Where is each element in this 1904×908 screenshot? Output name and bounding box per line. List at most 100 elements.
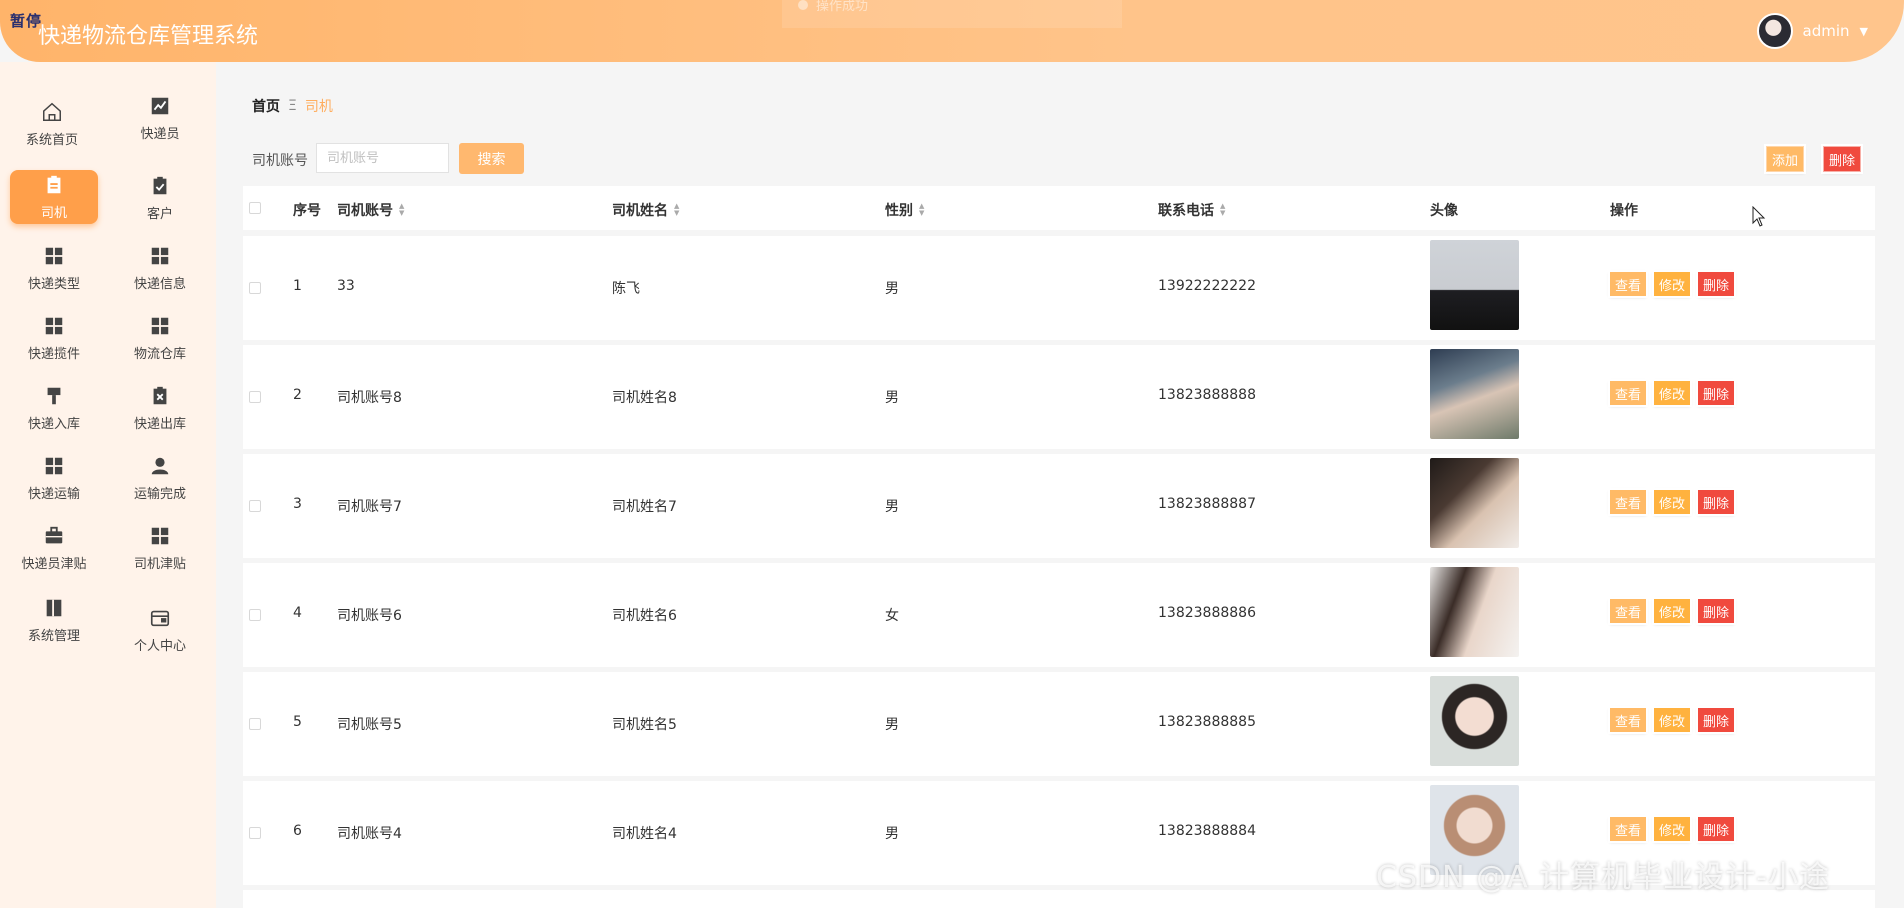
chart-icon — [151, 97, 169, 114]
sidebar-item-express-type[interactable]: 快递类型 — [10, 240, 98, 296]
view-button[interactable]: 查看 — [1610, 272, 1647, 296]
sidebar-item-label: 快递运输 — [27, 486, 80, 502]
checkbox-box[interactable] — [249, 500, 261, 512]
edit-button[interactable]: 修改 — [1654, 599, 1691, 623]
avatar[interactable] — [1756, 13, 1793, 49]
row-actions: 查看 修改 删除 — [1610, 599, 1735, 623]
sidebar-item-courier-allowance[interactable]: 快递员津贴 — [10, 520, 98, 576]
edit-button[interactable]: 修改 — [1654, 272, 1691, 296]
cell-phone: 13823888884 — [1158, 823, 1256, 839]
cell-gender: 男 — [885, 826, 899, 842]
checkbox-box[interactable] — [249, 391, 261, 403]
header-gender[interactable]: 性别 ▲ ▼ — [885, 200, 924, 220]
view-button[interactable]: 查看 — [1610, 490, 1647, 514]
row-checkbox[interactable] — [249, 391, 261, 403]
row-checkbox[interactable] — [249, 500, 261, 512]
select-all-checkbox[interactable] — [249, 202, 261, 214]
driver-avatar[interactable] — [1430, 240, 1519, 330]
grid-icon — [45, 317, 63, 334]
toast-dot-icon — [798, 0, 808, 10]
sidebar-item-label: 司机 — [40, 205, 67, 221]
sidebar-item-home[interactable]: 系统首页 — [8, 96, 96, 152]
row-checkbox[interactable] — [249, 827, 261, 839]
row-actions: 查看 修改 删除 — [1610, 381, 1735, 405]
header-label: 操作 — [1610, 203, 1638, 219]
cell-gender: 男 — [885, 717, 899, 733]
sort-icon[interactable]: ▲ ▼ — [399, 203, 404, 217]
sidebar-item-driver-allowance[interactable]: 司机津贴 — [116, 520, 204, 576]
checkbox-box[interactable] — [249, 718, 261, 730]
delete-button[interactable]: 删除 — [1698, 599, 1735, 623]
header-avatar: 头像 — [1430, 200, 1458, 220]
sidebar-item-outbound[interactable]: 快递出库 — [116, 380, 204, 436]
chevron-down-icon[interactable]: ▼ — [1860, 25, 1868, 38]
breadcrumb-home[interactable]: 首页 — [252, 96, 280, 116]
sidebar-item-inbound[interactable]: 快递入库 — [10, 380, 98, 436]
cell-account: 司机账号6 — [337, 608, 402, 624]
header-phone[interactable]: 联系电话 ▲ ▼ — [1158, 200, 1225, 220]
sidebar-item-pickup[interactable]: 快递揽件 — [10, 310, 98, 366]
table-row: 1 33 陈飞 男 13922222222 查看 修改 删除 — [243, 236, 1875, 340]
search-button[interactable]: 搜索 — [459, 143, 524, 174]
checkbox-box[interactable] — [249, 827, 261, 839]
batch-delete-button[interactable]: 删除 — [1823, 146, 1861, 172]
sidebar-item-courier[interactable]: 快递员 — [116, 90, 204, 146]
sidebar-item-system[interactable]: 系统管理 — [10, 592, 98, 648]
briefcase-icon — [45, 526, 63, 543]
checkbox-box[interactable] — [249, 609, 261, 621]
cell-phone: 13823888887 — [1158, 496, 1256, 512]
driver-avatar[interactable] — [1430, 349, 1519, 439]
cell-index: 2 — [293, 387, 302, 403]
row-checkbox[interactable] — [249, 609, 261, 621]
username[interactable]: admin — [1803, 22, 1850, 40]
driver-avatar[interactable] — [1430, 458, 1519, 548]
delete-button[interactable]: 删除 — [1698, 272, 1735, 296]
sidebar-item-profile[interactable]: 个人中心 — [116, 602, 204, 658]
cell-account: 司机账号5 — [337, 717, 402, 733]
view-button[interactable]: 查看 — [1610, 599, 1647, 623]
checkbox-box[interactable] — [249, 282, 261, 294]
header-account[interactable]: 司机账号 ▲ ▼ — [337, 200, 404, 220]
breadcrumb-current: 司机 — [304, 99, 333, 115]
row-checkbox[interactable] — [249, 718, 261, 730]
driver-avatar[interactable] — [1430, 676, 1519, 766]
sort-icon[interactable]: ▲ ▼ — [674, 203, 679, 217]
header-name[interactable]: 司机姓名 ▲ ▼ — [612, 200, 679, 220]
driver-avatar[interactable] — [1430, 567, 1519, 657]
sidebar-item-label: 司机津贴 — [133, 556, 186, 572]
header-label: 司机账号 — [337, 203, 393, 219]
sidebar-item-customer[interactable]: 客户 — [116, 170, 204, 226]
header-label: 头像 — [1430, 203, 1458, 219]
delete-button[interactable]: 删除 — [1698, 381, 1735, 405]
toast-message: 操作成功 — [782, 0, 1122, 28]
edit-button[interactable]: 修改 — [1654, 708, 1691, 732]
checkbox-box[interactable] — [249, 202, 261, 214]
sidebar-item-transport-done[interactable]: 运输完成 — [116, 450, 204, 506]
row-actions: 查看 修改 删除 — [1610, 708, 1735, 732]
toast-text: 操作成功 — [816, 0, 869, 14]
view-button[interactable]: 查看 — [1610, 381, 1647, 405]
add-button[interactable]: 添加 — [1766, 146, 1804, 172]
view-button[interactable]: 查看 — [1610, 817, 1647, 841]
delete-button[interactable]: 删除 — [1698, 490, 1735, 514]
header-ops: 操作 — [1610, 200, 1638, 220]
user-menu[interactable]: admin ▼ — [1756, 12, 1868, 50]
sidebar-item-warehouse[interactable]: 物流仓库 — [116, 310, 204, 366]
cell-index: 4 — [293, 605, 302, 621]
view-button[interactable]: 查看 — [1610, 708, 1647, 732]
sidebar-item-express-info[interactable]: 快递信息 — [116, 240, 204, 296]
row-checkbox[interactable] — [249, 282, 261, 294]
sidebar-item-label: 客户 — [146, 206, 173, 222]
delete-button[interactable]: 删除 — [1698, 708, 1735, 732]
edit-button[interactable]: 修改 — [1654, 490, 1691, 514]
cell-name: 司机姓名6 — [612, 608, 677, 624]
edit-button[interactable]: 修改 — [1654, 381, 1691, 405]
sidebar-item-transport[interactable]: 快递运输 — [10, 450, 98, 506]
edit-button[interactable]: 修改 — [1654, 817, 1691, 841]
sidebar-item-driver[interactable]: 司机 — [10, 170, 98, 224]
sort-icon[interactable]: ▲ ▼ — [1220, 203, 1225, 217]
sort-icon[interactable]: ▲ ▼ — [919, 203, 924, 217]
delete-button[interactable]: 删除 — [1698, 817, 1735, 841]
sidebar-item-label: 快递信息 — [133, 276, 186, 292]
search-input[interactable] — [316, 143, 449, 173]
